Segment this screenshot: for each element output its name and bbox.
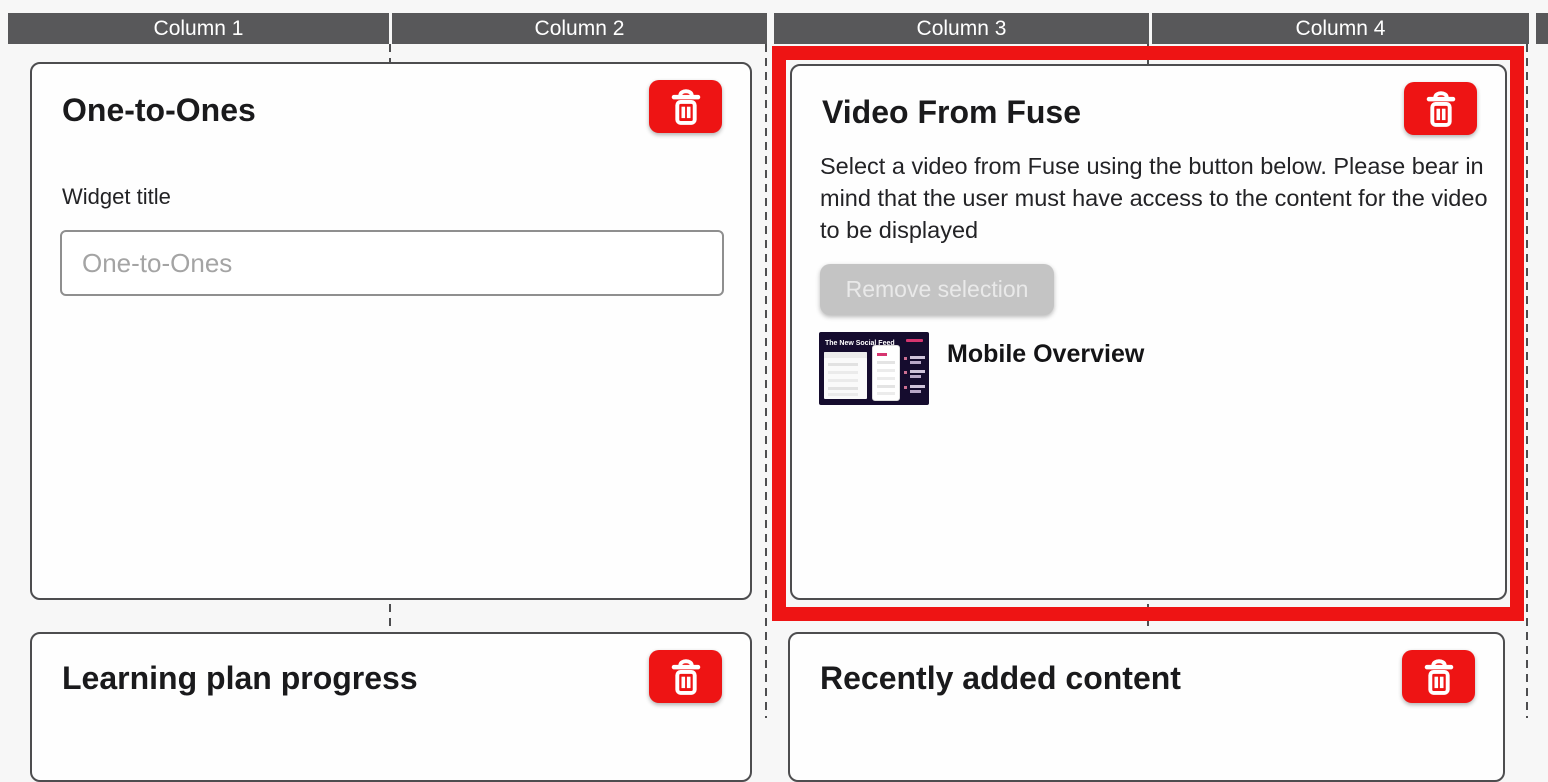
column-header-overflow (1536, 13, 1548, 44)
trash-icon (668, 87, 704, 127)
delete-widget-button[interactable] (649, 80, 722, 133)
selected-video-title: Mobile Overview (947, 340, 1144, 369)
column-header-label: Column 1 (154, 17, 244, 41)
thumbnail-bullet-lines (904, 370, 926, 378)
trash-icon (1421, 657, 1457, 697)
widget-card-one-to-ones[interactable]: One-to-Ones Widget title (30, 62, 752, 600)
remove-selection-button[interactable]: Remove selection (820, 264, 1054, 315)
column-header-label: Column 3 (917, 17, 1007, 41)
column-header-3: Column 3 (774, 13, 1149, 44)
column-header-label: Column 2 (535, 17, 625, 41)
widget-title-field-label: Widget title (62, 184, 171, 210)
widget-description: Select a video from Fuse using the butto… (820, 150, 1496, 246)
widget-title: Learning plan progress (62, 660, 418, 697)
thumbnail-desktop-mockup (824, 352, 867, 399)
video-thumbnail: The New Social Feed (819, 332, 929, 405)
widget-title-input[interactable] (60, 230, 724, 296)
widget-title: One-to-Ones (62, 92, 256, 129)
thumbnail-bullet-lines (904, 356, 926, 364)
delete-widget-button[interactable] (649, 650, 722, 703)
delete-widget-button[interactable] (1404, 82, 1477, 135)
column-header-4: Column 4 (1152, 13, 1529, 44)
widget-title: Recently added content (820, 660, 1181, 697)
trash-icon (1423, 89, 1459, 129)
trash-icon (668, 657, 704, 697)
thumbnail-bullet-lines (904, 385, 926, 393)
column-divider-line (765, 44, 767, 718)
column-header-1: Column 1 (8, 13, 389, 44)
thumbnail-phone-mockup (872, 345, 900, 401)
widget-card-learning-plan-progress[interactable]: Learning plan progress (30, 632, 752, 782)
widget-title: Video From Fuse (822, 94, 1081, 131)
column-header-2: Column 2 (392, 13, 767, 44)
widget-card-video-from-fuse[interactable]: Video From Fuse Select a video from Fuse… (790, 64, 1507, 600)
delete-widget-button[interactable] (1402, 650, 1475, 703)
widget-card-recently-added-content[interactable]: Recently added content (788, 632, 1505, 782)
selected-video-row: The New Social Feed Mobile Overview (819, 332, 1469, 412)
thumbnail-brand-mark (906, 339, 923, 342)
column-header-label: Column 4 (1296, 17, 1386, 41)
column-divider-line (1526, 44, 1528, 718)
